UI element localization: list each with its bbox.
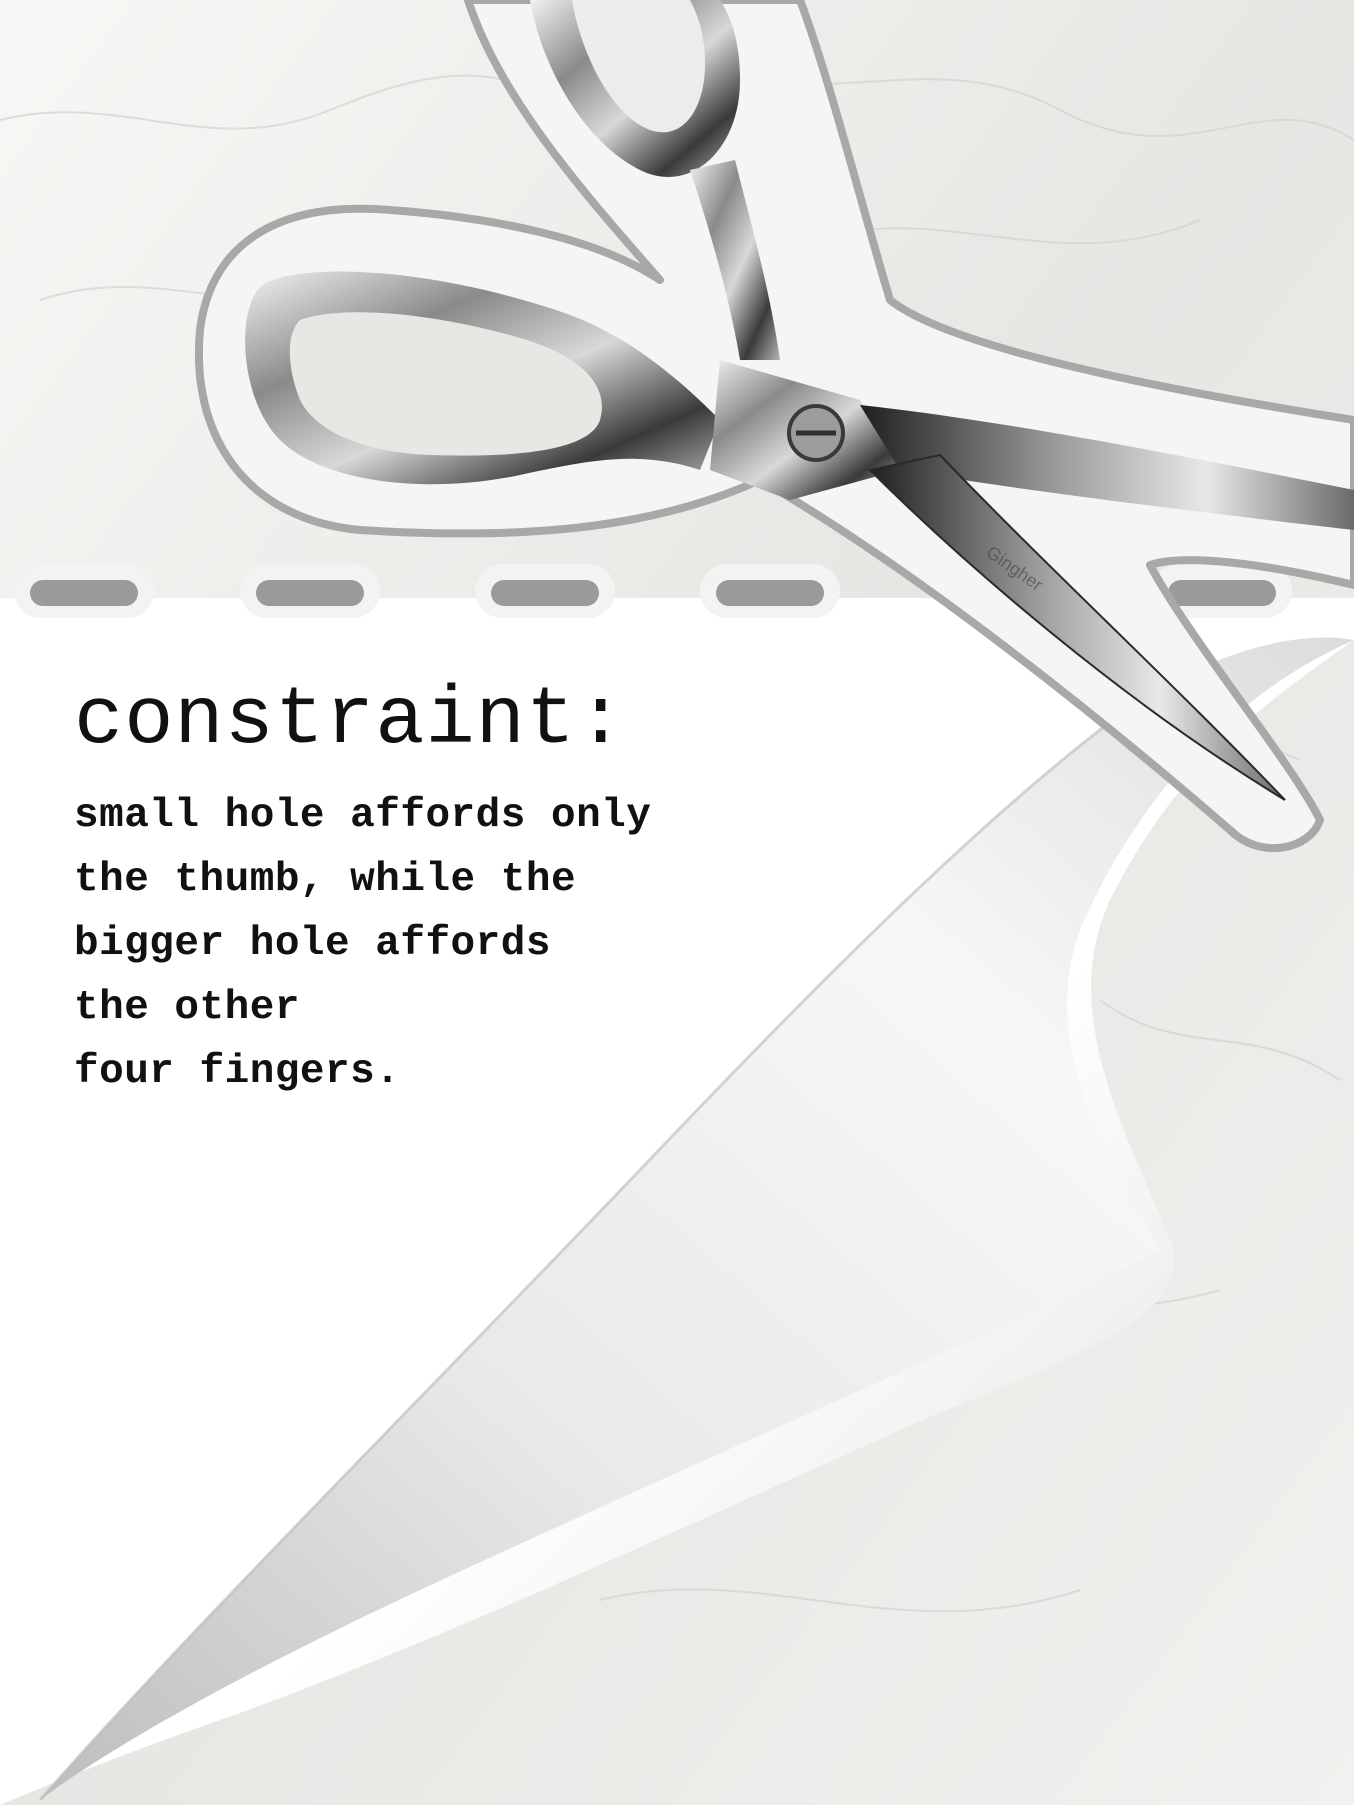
- binder-hole-icon: [475, 564, 615, 618]
- binder-hole-icon: [14, 564, 154, 618]
- binder-hole-icon: [240, 564, 380, 618]
- definition-heading: constraint:: [74, 674, 627, 767]
- definition-caption: constraint: small hole affords only the …: [74, 680, 834, 1104]
- definition-body: small hole affords only the thumb, while…: [74, 793, 652, 1095]
- binder-hole-icon: [700, 564, 840, 618]
